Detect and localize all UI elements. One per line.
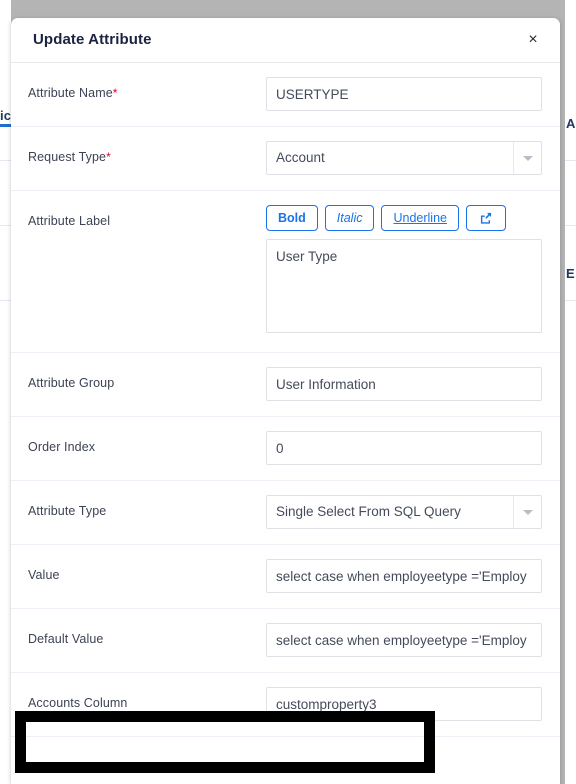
select-request-type[interactable]: Account [266, 141, 542, 175]
input-attribute-name[interactable] [266, 77, 542, 111]
field-control: Single Select From SQL Query [266, 481, 543, 543]
form-row: Value [11, 545, 560, 609]
modal-header: Update Attribute × [11, 18, 560, 63]
chevron-down-icon[interactable] [513, 496, 541, 528]
underline-button[interactable]: Underline [381, 205, 459, 231]
field-label: Request Type* [28, 127, 266, 164]
modal-title: Update Attribute [33, 31, 152, 48]
form-row: Attribute Group [11, 353, 560, 417]
input-default-value[interactable] [266, 623, 542, 657]
background-divider [565, 160, 576, 161]
attribute-label-textarea[interactable] [266, 239, 542, 333]
background-divider [565, 300, 576, 301]
background-divider [0, 160, 11, 161]
form-row: Order Index [11, 417, 560, 481]
field-label-text: Order Index [28, 440, 96, 454]
form-row: Default Value [11, 609, 560, 673]
background-tab-active-indicator [0, 124, 11, 127]
input-value[interactable] [266, 559, 542, 593]
rich-text-toolbar: Bold Italic Underline [266, 205, 546, 231]
chevron-down-icon[interactable] [513, 142, 541, 174]
background-right-label-mid: E [566, 266, 575, 281]
field-control [266, 417, 543, 479]
italic-button[interactable]: Italic [324, 205, 375, 231]
background-divider [0, 225, 11, 226]
field-label-text: Attribute Label [28, 214, 111, 228]
close-icon[interactable]: × [521, 28, 545, 52]
field-label: Order Index [28, 417, 266, 454]
background-divider [565, 225, 576, 226]
field-label-text: Default Value [28, 632, 104, 646]
attribute-form: Attribute Name*Request Type*AccountAttri… [11, 63, 560, 737]
background-divider [0, 300, 11, 301]
form-row: Attribute Label Bold Italic Underline [11, 191, 560, 353]
field-control: Account [266, 127, 543, 189]
field-label-text: Accounts Column [28, 696, 128, 710]
input-order-index[interactable] [266, 431, 542, 465]
field-label: Value [28, 545, 266, 582]
field-label: Accounts Column [28, 673, 266, 710]
form-row: Attribute Name* [11, 63, 560, 127]
field-label-text: Value [28, 568, 60, 582]
bold-button[interactable]: Bold [266, 205, 318, 231]
field-control [266, 353, 543, 415]
field-label: Attribute Label [28, 191, 266, 228]
field-label: Attribute Name* [28, 63, 266, 100]
field-label-text: Request Type [28, 150, 107, 164]
field-label-text: Attribute Type [28, 504, 107, 518]
form-row: Request Type* Account [11, 127, 560, 191]
select-value: Account [276, 150, 325, 165]
field-label: Default Value [28, 609, 266, 646]
field-label-text: Attribute Group [28, 376, 115, 390]
background-tab-label[interactable]: ic [0, 108, 11, 123]
field-label: Attribute Group [28, 353, 266, 390]
required-marker: * [106, 150, 111, 164]
form-row: Attribute Type Single Select From SQL Que… [11, 481, 560, 545]
input-accounts-column[interactable] [266, 687, 542, 721]
select-attribute-type[interactable]: Single Select From SQL Query [266, 495, 542, 529]
update-attribute-modal: Update Attribute × Attribute Name*Reques… [11, 18, 560, 784]
form-row: Accounts Column [11, 673, 560, 737]
field-label: Attribute Type [28, 481, 266, 518]
required-marker: * [112, 86, 118, 100]
select-value: Single Select From SQL Query [276, 504, 461, 519]
field-control [266, 63, 543, 125]
field-control [266, 545, 543, 607]
field-control [266, 609, 543, 671]
input-attribute-group[interactable] [266, 367, 542, 401]
field-control [266, 673, 543, 735]
background-right-label-top: A [566, 116, 576, 131]
share-link-button[interactable] [466, 205, 506, 231]
field-control: Bold Italic Underline [266, 191, 546, 352]
field-label-text: Attribute Name [28, 86, 113, 100]
